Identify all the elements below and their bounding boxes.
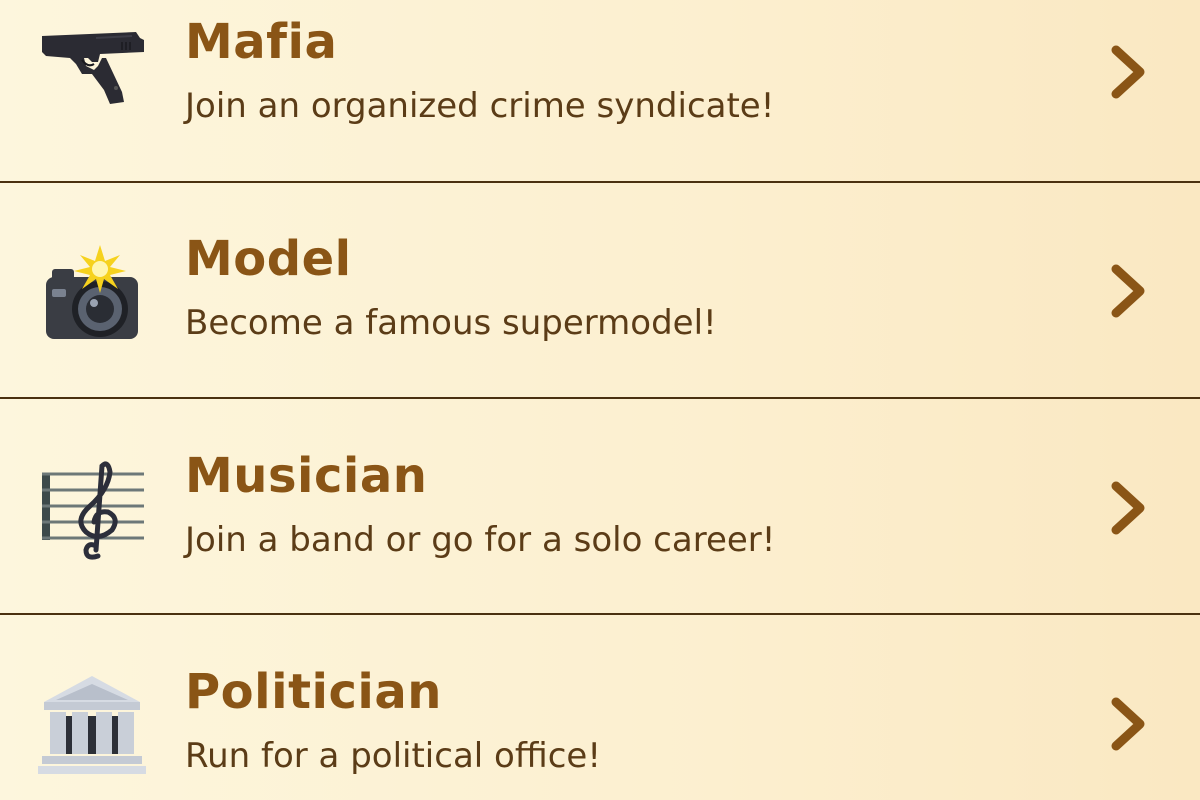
row-divider [0,613,1200,615]
career-subtitle: Join an organized crime syndicate! [185,86,775,126]
career-title: Musician [185,448,428,504]
career-subtitle: Join a band or go for a solo career! [185,520,776,560]
career-title: Mafia [185,14,338,70]
career-item-musician[interactable]: Musician Join a band or go for a solo ca… [0,400,1200,616]
career-subtitle: Run for a political office! [185,736,601,776]
chevron-right-icon [1104,476,1152,540]
career-title: Model [185,231,352,287]
government-building-icon [36,672,148,784]
career-item-mafia[interactable]: Mafia Join an organized crime syndicate! [0,0,1200,181]
career-title: Politician [185,664,442,720]
chevron-right-icon [1104,692,1152,756]
pistol-icon [36,18,148,130]
treble-clef-icon [36,456,148,568]
career-subtitle: Become a famous supermodel! [185,303,717,343]
chevron-right-icon [1104,40,1152,104]
row-divider [0,397,1200,399]
career-list: Mafia Join an organized crime syndicate! [0,0,1200,800]
career-item-politician[interactable]: Politician Run for a political office! [0,616,1200,800]
camera-flash-icon [36,239,148,351]
chevron-right-icon [1104,259,1152,323]
career-item-model[interactable]: Model Become a famous supermodel! [0,183,1200,399]
